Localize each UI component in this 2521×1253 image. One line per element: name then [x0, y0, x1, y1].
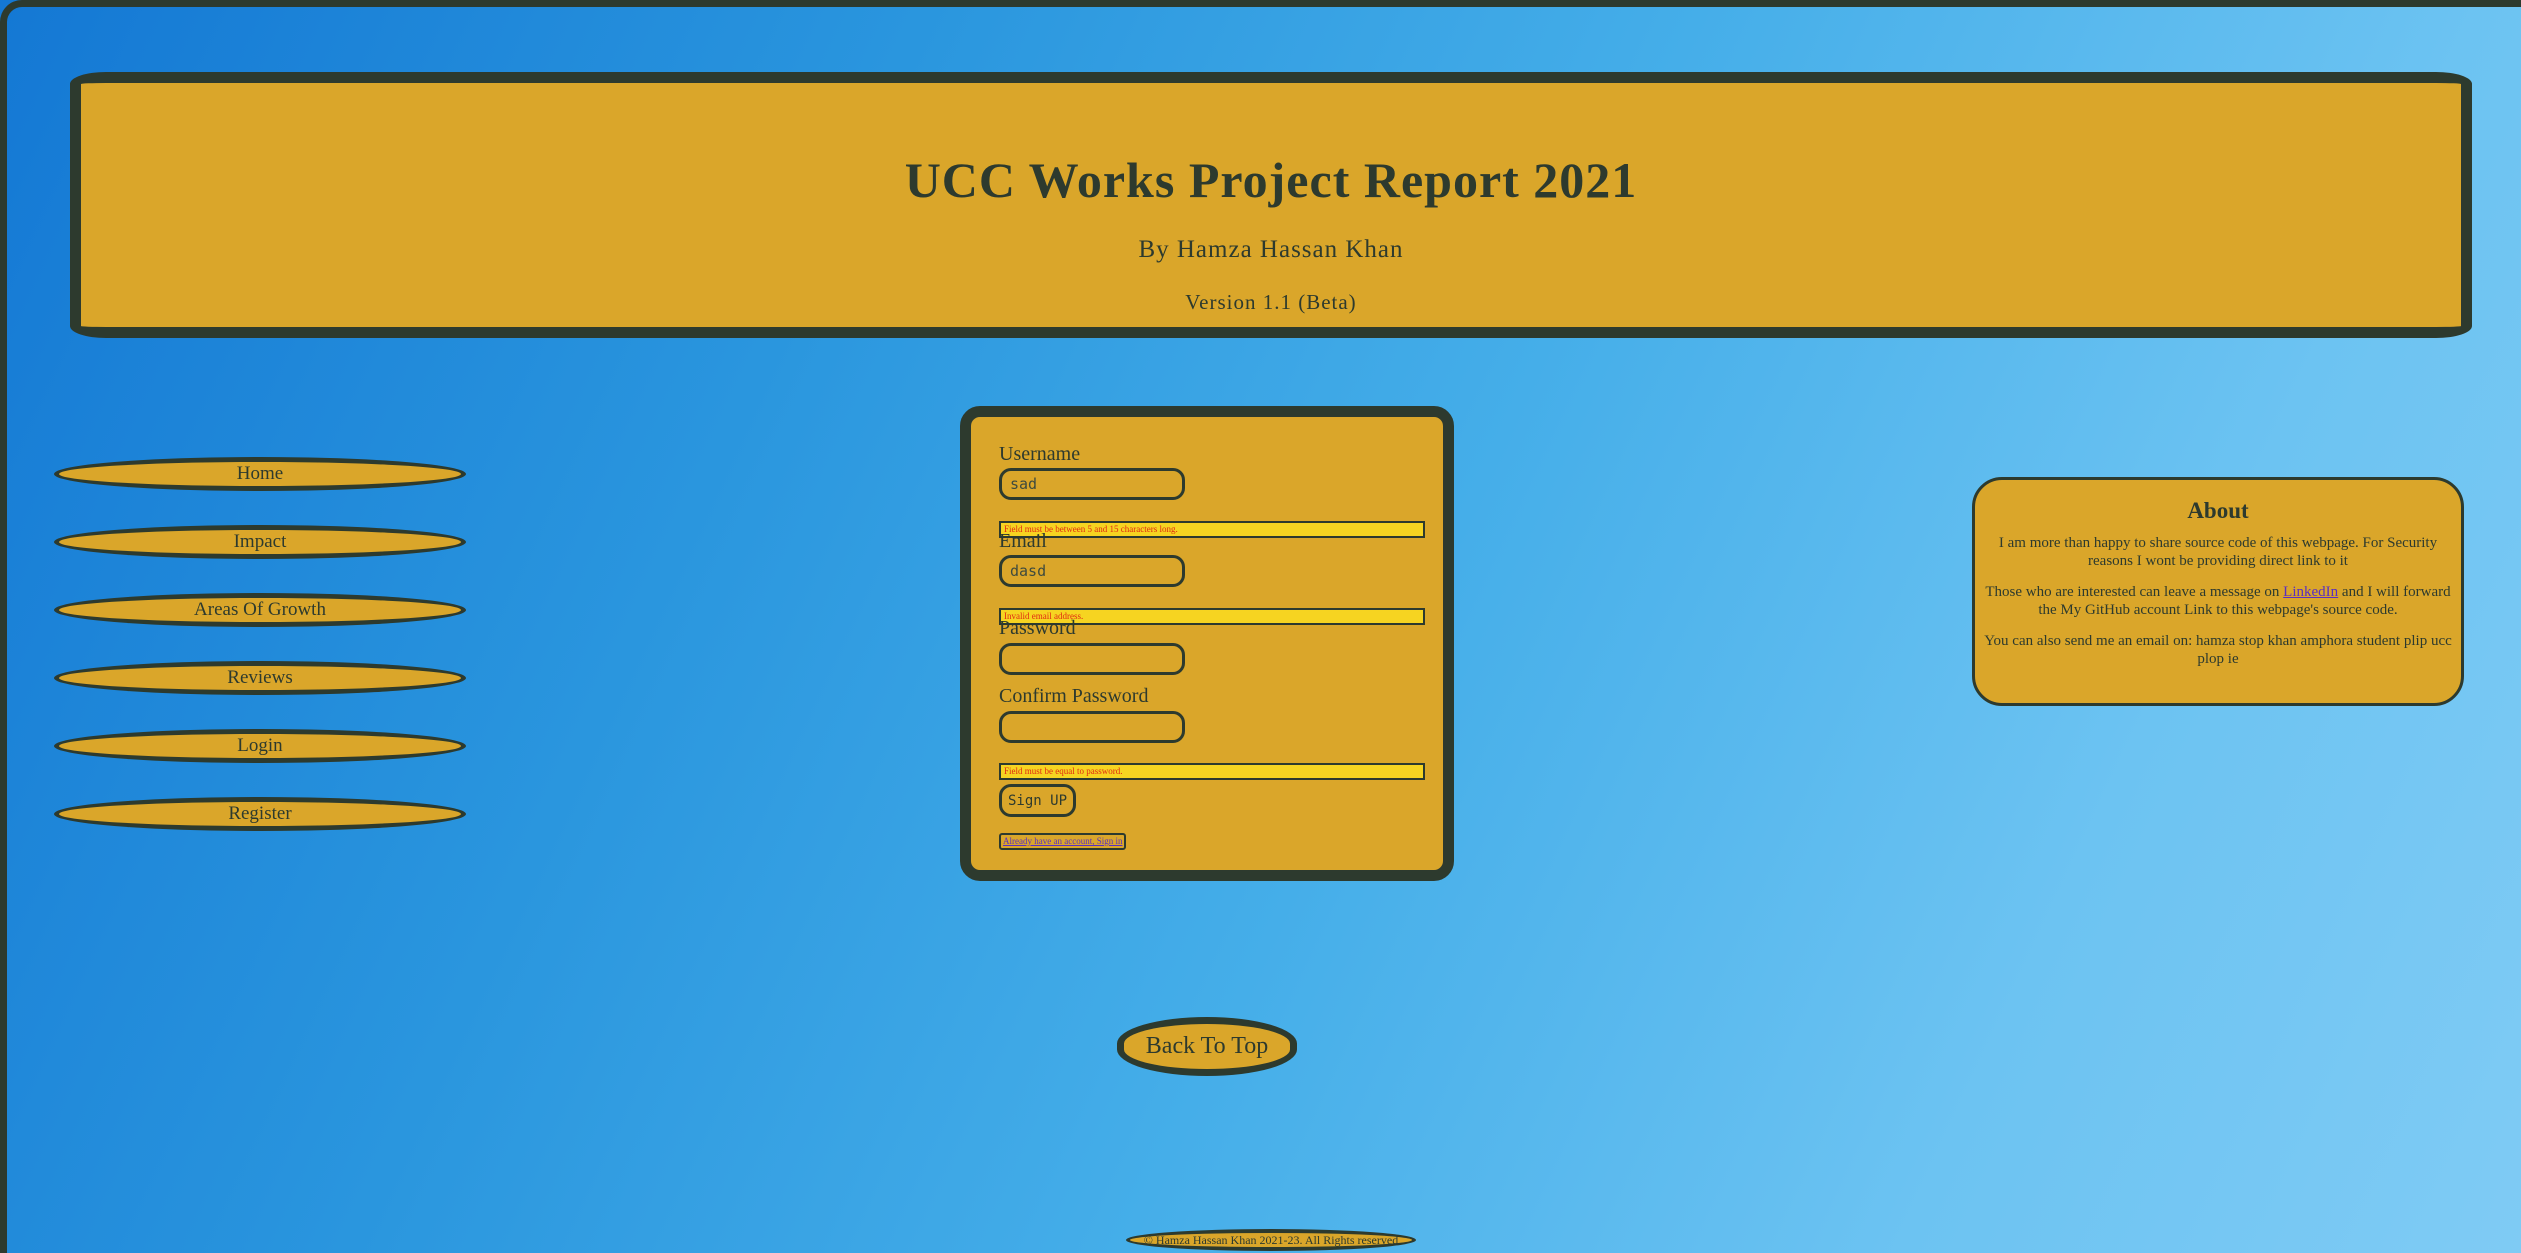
about-paragraph-linkedin: Those who are interested can leave a mes…: [1983, 583, 2453, 619]
nav-home-button[interactable]: Home: [54, 457, 466, 491]
nav-reviews-button[interactable]: Reviews: [54, 661, 466, 695]
username-label: Username: [999, 443, 1081, 465]
username-error: Field must be between 5 and 15 character…: [999, 521, 1425, 538]
about-panel: About I am more than happy to share sour…: [1972, 477, 2464, 706]
confirm-password-error: Field must be equal to password.: [999, 763, 1425, 780]
username-input[interactable]: [999, 468, 1185, 500]
linkedin-link[interactable]: LinkedIn: [2283, 584, 2338, 600]
nav-register-button[interactable]: Register: [54, 797, 466, 831]
footer-copyright: © Hamza Hassan Khan 2021-23. All Rights …: [1126, 1229, 1416, 1251]
register-form: Username Field must be between 5 and 15 …: [960, 406, 1454, 881]
about-paragraph-email: You can also send me an email on: hamza …: [1984, 633, 2452, 667]
nav-areas-of-growth-button[interactable]: Areas Of Growth: [54, 593, 466, 627]
about-paragraph-source: I am more than happy to share source cod…: [1998, 535, 2438, 569]
confirm-password-input[interactable]: [999, 711, 1185, 743]
page-title: UCC Works Project Report 2021: [904, 152, 1638, 208]
email-input[interactable]: [999, 555, 1185, 587]
sign-up-button[interactable]: Sign UP: [999, 784, 1077, 817]
sign-in-link[interactable]: Already have an account, Sign in: [999, 833, 1127, 850]
author-line: By Hamza Hassan Khan: [1138, 236, 1404, 263]
confirm-password-label: Confirm Password: [999, 685, 1149, 707]
nav-login-button[interactable]: Login: [54, 729, 466, 763]
about-text-before-link: Those who are interested can leave a mes…: [1985, 584, 2284, 600]
email-label: Email: [999, 530, 1047, 552]
page-header: UCC Works Project Report 2021 By Hamza H…: [70, 72, 2472, 338]
password-input[interactable]: [999, 643, 1185, 675]
version-line: Version 1.1 (Beta): [1185, 290, 1357, 314]
nav-impact-button[interactable]: Impact: [54, 525, 466, 559]
about-title: About: [2187, 498, 2249, 523]
password-label: Password: [999, 617, 1076, 639]
back-to-top-button[interactable]: Back To Top: [1117, 1017, 1297, 1076]
